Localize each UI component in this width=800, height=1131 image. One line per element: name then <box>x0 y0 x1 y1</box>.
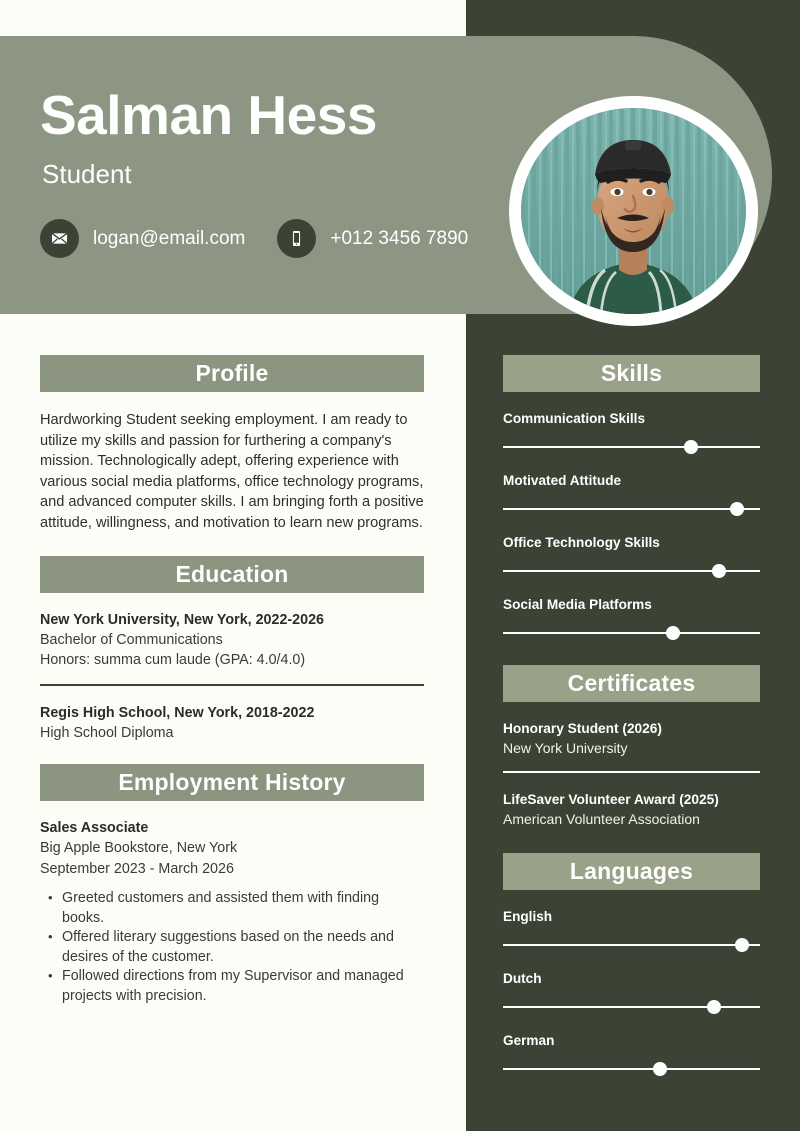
section-header-profile: Profile <box>40 355 424 392</box>
language-item: German <box>503 1032 760 1076</box>
certificate-entry: Honorary Student (2026) New York Univers… <box>503 719 760 758</box>
slider-knob[interactable] <box>735 938 749 952</box>
certificate-divider <box>503 771 760 773</box>
contact-email[interactable]: logan@email.com <box>40 219 245 258</box>
list-item: Offered literary suggestions based on th… <box>48 927 424 967</box>
list-item: Followed directions from my Supervisor a… <box>48 966 424 1006</box>
section-header-education: Education <box>40 555 424 593</box>
employment-job-title: Sales Associate <box>40 820 149 837</box>
profile-body-text: Hardworking Student seeking employment. … <box>40 412 424 531</box>
skill-item: Office Technology Skills <box>503 534 760 578</box>
section-title-education: Education <box>175 560 289 587</box>
contact-phone[interactable]: +012 3456 7890 <box>277 219 468 258</box>
language-label: Dutch <box>503 971 542 986</box>
education-entry: New York University, New York, 2022-2026… <box>40 610 424 671</box>
skill-item: Communication Skills <box>503 410 760 454</box>
slider-track <box>503 1006 760 1009</box>
language-label: English <box>503 909 553 924</box>
employment-company: Big Apple Bookstore, New York <box>40 840 238 857</box>
employment-bullets: Greeted customers and assisted them with… <box>40 888 424 1007</box>
section-header-certificates: Certificates <box>503 665 760 702</box>
language-item: English <box>503 908 760 952</box>
slider-knob[interactable] <box>683 440 698 454</box>
certificate-title: LifeSaver Volunteer Award (2025) <box>503 792 719 807</box>
education-divider <box>40 683 424 686</box>
avatar-photo <box>521 108 746 314</box>
page-title: Salman Hess <box>40 84 377 146</box>
section-header-languages: Languages <box>503 853 760 890</box>
phone-icon <box>277 219 317 258</box>
right-column: Skills Communication Skills Motivated At… <box>503 355 760 1076</box>
slider-track <box>503 944 760 947</box>
skill-slider[interactable] <box>503 502 760 516</box>
slider-knob[interactable] <box>652 1062 667 1076</box>
skill-label: Motivated Attitude <box>503 473 622 488</box>
resume-page: Salman Hess Student logan@email.com +012… <box>0 0 800 1131</box>
section-title-employment: Employment History <box>118 769 346 796</box>
education-entry-honors: Honors: summa cum laude (GPA: 4.0/4.0) <box>40 652 306 669</box>
envelope-icon <box>40 219 79 258</box>
language-slider[interactable] <box>503 1000 760 1014</box>
slider-track <box>503 632 760 635</box>
education-entry-title: New York University, New York, 2022-2026 <box>40 611 324 628</box>
skill-label: Social Media Platforms <box>503 597 652 612</box>
certificate-entry: LifeSaver Volunteer Award (2025) America… <box>503 790 760 829</box>
contact-email-text: logan@email.com <box>93 227 246 249</box>
slider-knob[interactable] <box>665 626 680 640</box>
contact-phone-text: +012 3456 7890 <box>330 227 469 249</box>
section-header-employment: Employment History <box>40 764 424 802</box>
employment-dates: September 2023 - March 2026 <box>40 860 234 877</box>
education-entry: Regis High School, New York, 2018-2022 H… <box>40 703 424 744</box>
skill-slider[interactable] <box>503 564 760 578</box>
avatar <box>509 96 770 326</box>
language-slider[interactable] <box>503 1062 760 1076</box>
skill-slider[interactable] <box>503 626 760 640</box>
section-header-skills: Skills <box>503 355 760 392</box>
header-band: Salman Hess Student logan@email.com +012… <box>0 36 772 326</box>
skill-item: Social Media Platforms <box>503 596 760 640</box>
skill-label: Office Technology Skills <box>503 535 660 550</box>
education-entry-degree: Bachelor of Communications <box>40 631 223 648</box>
slider-track <box>503 1068 760 1071</box>
language-item: Dutch <box>503 970 760 1014</box>
employment-entry: Sales Associate Big Apple Bookstore, New… <box>40 818 424 1007</box>
slider-knob[interactable] <box>711 564 726 578</box>
section-title-certificates: Certificates <box>567 670 696 696</box>
list-item: Greeted customers and assisted them with… <box>48 888 424 928</box>
slider-track <box>503 508 760 511</box>
certificate-issuer: New York University <box>503 740 628 756</box>
skill-item: Motivated Attitude <box>503 472 760 516</box>
education-entry-degree: High School Diploma <box>40 724 174 741</box>
language-label: German <box>503 1033 555 1048</box>
certificate-title: Honorary Student (2026) <box>503 721 662 736</box>
job-role-subtitle: Student <box>42 159 132 189</box>
header-content: Salman Hess Student logan@email.com +012… <box>40 36 500 314</box>
section-title-profile: Profile <box>195 360 269 386</box>
skill-slider[interactable] <box>503 440 760 454</box>
left-column: Profile Hardworking Student seeking empl… <box>40 355 424 1007</box>
contact-row: logan@email.com +012 3456 7890 <box>40 219 500 258</box>
skill-label: Communication Skills <box>503 411 646 426</box>
slider-knob[interactable] <box>706 1000 721 1014</box>
language-slider[interactable] <box>503 938 760 952</box>
certificate-issuer: American Volunteer Association <box>503 811 700 827</box>
slider-knob[interactable] <box>729 502 744 516</box>
section-title-skills: Skills <box>600 360 663 386</box>
education-entry-title: Regis High School, New York, 2018-2022 <box>40 704 315 721</box>
section-title-languages: Languages <box>569 858 694 884</box>
slider-track <box>503 446 760 449</box>
